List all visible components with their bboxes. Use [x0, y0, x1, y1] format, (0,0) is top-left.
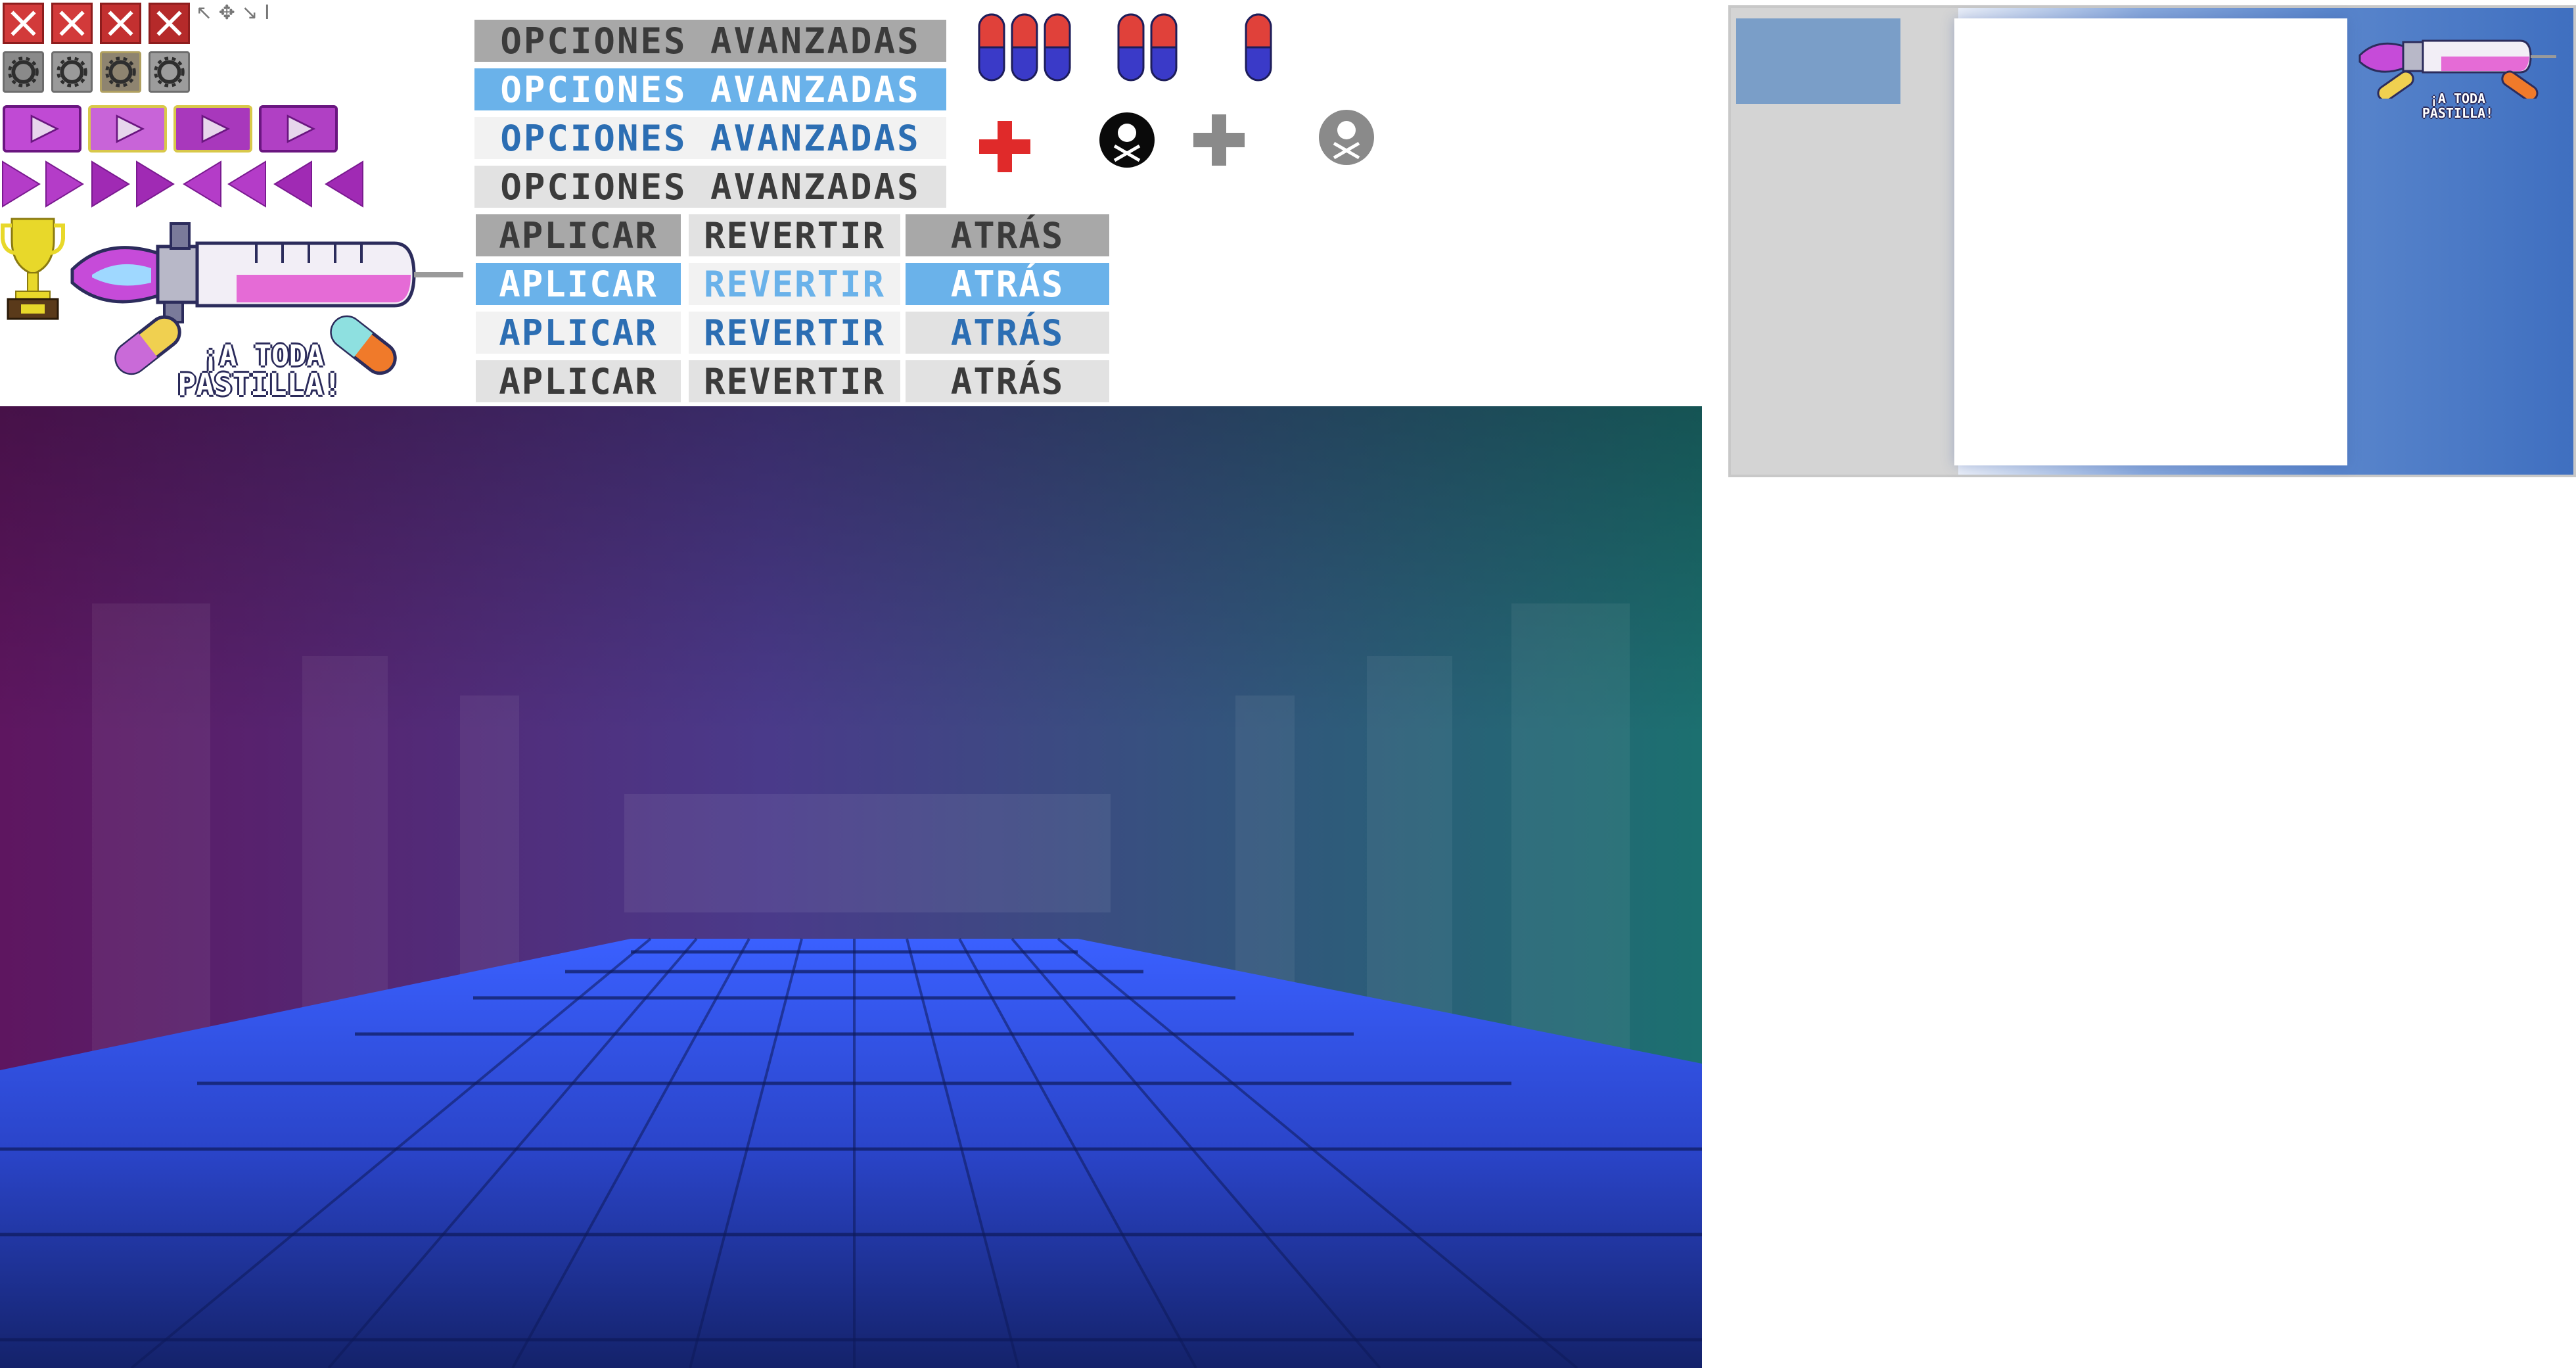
revert-button-disabled[interactable]: REVERTIR — [689, 360, 900, 402]
preview-tab[interactable] — [1736, 18, 1900, 104]
apply-button-normal[interactable]: APLICAR — [476, 214, 681, 256]
arrow-left-icon — [325, 160, 363, 208]
arrow-left-icon — [227, 160, 266, 208]
gear-icon — [8, 57, 39, 87]
arrow-sprites — [2, 160, 363, 208]
back-button-disabled[interactable]: ATRÁS — [906, 360, 1109, 402]
arrow-left-icon — [273, 160, 312, 208]
close-button-pressed[interactable] — [100, 3, 141, 44]
plus-red-icon — [979, 121, 1030, 172]
back-button-pressed[interactable]: ATRÁS — [906, 312, 1109, 354]
pill-triple-icon — [978, 13, 1071, 82]
revert-button-normal[interactable]: REVERTIR — [689, 214, 900, 256]
close-icon — [11, 11, 36, 36]
play-icon — [116, 114, 145, 143]
gear-icon — [105, 57, 136, 87]
close-button-dim[interactable] — [149, 3, 190, 44]
advanced-options-button-normal[interactable]: OPCIONES AVANZADAS — [474, 20, 946, 62]
close-icon — [59, 11, 85, 36]
arrow-right-icon — [91, 160, 130, 208]
play-icon — [30, 114, 60, 143]
play-icon — [201, 114, 231, 143]
play-button-pressed[interactable] — [173, 105, 252, 153]
pill-single-icon — [1245, 13, 1272, 82]
apply-button-disabled[interactable]: APLICAR — [476, 360, 681, 402]
close-icon — [108, 11, 133, 36]
preview-logo-line2: PASTILLA! — [2422, 105, 2494, 121]
advanced-options-button-disabled[interactable]: OPCIONES AVANZADAS — [474, 166, 946, 208]
skull-icon — [1099, 112, 1155, 168]
play-button-dim[interactable] — [259, 105, 338, 153]
settings-button-hover[interactable] — [51, 51, 93, 93]
arrow-right-icon — [2, 160, 41, 208]
advanced-options-button-hover[interactable]: OPCIONES AVANZADAS — [474, 68, 946, 110]
preview-logo-syringe — [2358, 39, 2556, 99]
settings-button-pressed[interactable] — [100, 51, 141, 93]
apply-button-hover[interactable]: APLICAR — [476, 263, 681, 305]
gear-icon — [154, 57, 185, 87]
arrow-left-icon — [183, 160, 221, 208]
play-button-hover[interactable] — [88, 105, 167, 153]
close-icon — [156, 11, 182, 36]
settings-button-normal[interactable] — [3, 51, 44, 93]
settings-button-dim[interactable] — [149, 51, 190, 93]
trophy-icon — [0, 218, 65, 320]
back-button-hover[interactable]: ATRÁS — [906, 263, 1109, 305]
play-button-normal[interactable] — [3, 105, 81, 153]
arrow-right-icon — [136, 160, 175, 208]
revert-button-hover[interactable]: REVERTIR — [689, 263, 900, 305]
apply-button-pressed[interactable]: APLICAR — [476, 312, 681, 354]
close-button-hover[interactable] — [51, 3, 93, 44]
back-button-normal[interactable]: ATRÁS — [906, 214, 1109, 256]
plus-gray-icon — [1193, 114, 1245, 166]
gear-icon — [57, 57, 87, 87]
background-corridor-image — [0, 406, 1702, 1368]
play-icon — [287, 114, 316, 143]
preview-content-area — [1954, 18, 2347, 465]
close-button-normal[interactable] — [3, 3, 44, 44]
advanced-options-button-pressed[interactable]: OPCIONES AVANZADAS — [474, 117, 946, 159]
pill-double-icon — [1117, 13, 1178, 82]
arrow-right-icon — [45, 160, 84, 208]
revert-button-pressed[interactable]: REVERTIR — [689, 312, 900, 354]
skull-gray-icon — [1319, 110, 1374, 165]
cursor-glyphs: ↖ ✥ ↘ I — [196, 1, 270, 24]
preview-logo-line1: ¡A TODA — [2429, 91, 2486, 106]
logo-line2: PASTILLA! — [177, 367, 342, 402]
